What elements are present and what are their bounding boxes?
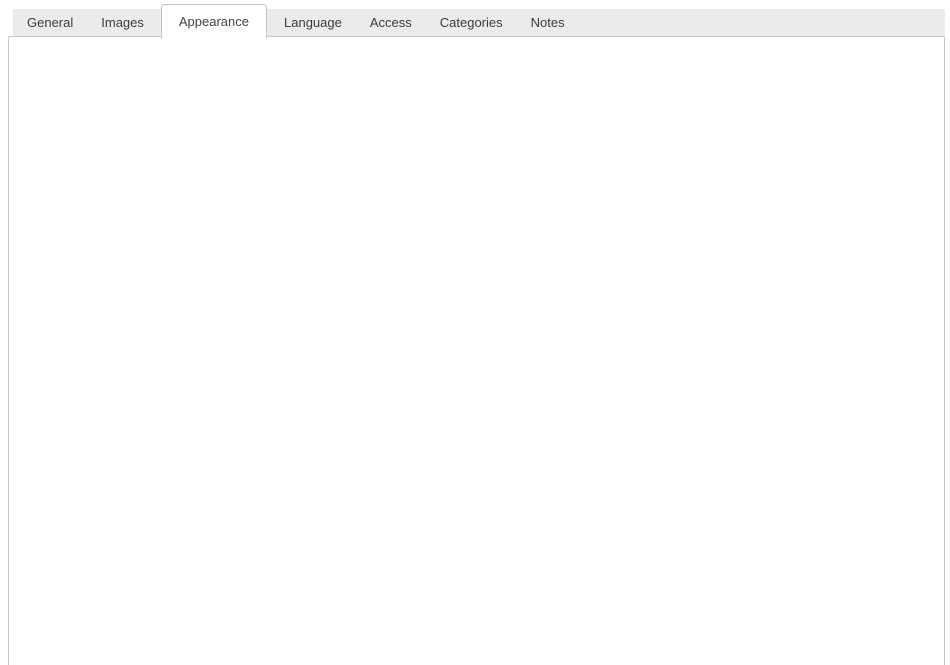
- tab-language[interactable]: Language: [270, 9, 356, 36]
- tab-general[interactable]: General: [13, 9, 87, 36]
- tab-notes[interactable]: Notes: [517, 9, 579, 36]
- settings-panel: [8, 36, 945, 665]
- tab-bar: General Images Appearance Language Acces…: [13, 9, 945, 36]
- tab-images[interactable]: Images: [87, 9, 158, 36]
- tab-appearance[interactable]: Appearance: [161, 4, 267, 38]
- tab-bar-filler: [579, 9, 945, 36]
- appearance-settings-page: General Images Appearance Language Acces…: [0, 0, 950, 665]
- tab-access[interactable]: Access: [356, 9, 426, 36]
- tab-categories[interactable]: Categories: [426, 9, 517, 36]
